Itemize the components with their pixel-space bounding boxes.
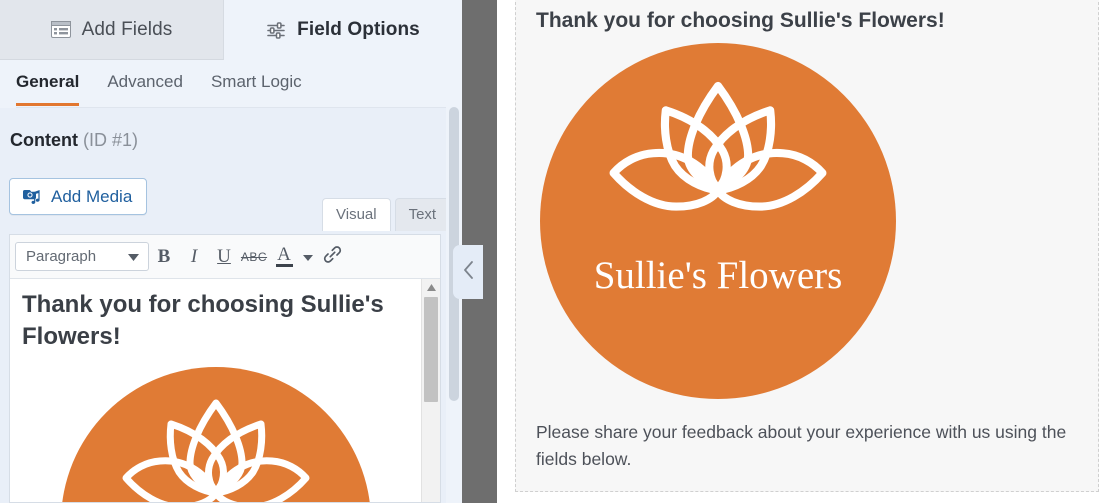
bold-glyph: B — [157, 245, 171, 267]
subtab-advanced-label: Advanced — [107, 72, 183, 91]
text-color-dropdown[interactable] — [299, 242, 317, 272]
strikethrough-glyph: ABC — [240, 249, 268, 264]
editor-scrollbar[interactable] — [421, 279, 440, 502]
text-color-glyph: A — [277, 244, 291, 265]
underline-button[interactable]: U — [209, 242, 239, 272]
strikethrough-button[interactable]: ABC — [239, 242, 269, 272]
chevron-down-icon — [303, 248, 313, 266]
tab-add-fields[interactable]: Add Fields — [0, 0, 224, 60]
underline-glyph: U — [217, 245, 231, 267]
chevron-down-icon — [128, 248, 139, 265]
preview-content-field[interactable]: Thank you for choosing Sullie's Flowers!… — [515, 0, 1099, 492]
sullies-flowers-logo: Sullie's Flowers — [540, 43, 896, 399]
tab-field-options[interactable]: Field Options — [224, 0, 462, 60]
insert-link-button[interactable] — [317, 242, 347, 272]
subtab-general[interactable]: General — [16, 60, 80, 106]
panel-divider — [453, 0, 497, 503]
italic-button[interactable]: I — [179, 242, 209, 272]
text-color-swatch — [275, 264, 293, 267]
preview-heading: Thank you for choosing Sullie's Flowers! — [536, 9, 945, 32]
editor-mode-tabs: Visual Text — [322, 198, 451, 231]
subtab-smart-logic-label: Smart Logic — [210, 72, 302, 91]
subtab-advanced[interactable]: Advanced — [107, 60, 183, 106]
chevron-left-icon — [463, 260, 474, 284]
content-section-heading: Content (ID #1) — [10, 130, 138, 151]
wp-media-icon — [22, 188, 42, 206]
panel-tab-bar: Add Fields Field Options — [0, 0, 462, 60]
field-options-panel: Add Fields Field Options General Advance… — [0, 0, 462, 503]
italic-glyph: I — [190, 245, 198, 267]
form-builder-screen: Add Fields Field Options General Advance… — [0, 0, 1116, 503]
sliders-icon — [266, 21, 286, 39]
tab-add-fields-label: Add Fields — [81, 18, 173, 40]
add-media-button[interactable]: Add Media — [9, 178, 148, 215]
preview-logo-wrap: Sullie's Flowers — [536, 43, 1078, 399]
logo-wordmark: Sullie's Flowers — [593, 254, 843, 297]
editor-toolbar: Paragraph B I U ABC A — [10, 235, 440, 279]
tab-text-label: Text — [408, 206, 437, 223]
list-panel-icon — [50, 21, 71, 38]
wysiwyg-editor: Paragraph B I U ABC A Thank you for choo… — [9, 234, 441, 503]
content-field-id: (ID #1) — [83, 130, 139, 150]
form-preview-panel: Thank you for choosing Sullie's Flowers!… — [497, 0, 1116, 503]
subtab-general-label: General — [16, 72, 80, 91]
editor-canvas[interactable]: Thank you for choosing Sullie's Flowers! — [10, 279, 421, 502]
bold-button[interactable]: B — [149, 242, 179, 272]
preview-body-text: Please share your feedback about your ex… — [536, 422, 1067, 469]
format-select-value: Paragraph — [26, 248, 97, 265]
subtab-smart-logic[interactable]: Smart Logic — [211, 60, 302, 106]
tab-field-options-label: Field Options — [297, 19, 420, 40]
link-icon — [322, 244, 343, 270]
lotus-flower-icon — [122, 399, 309, 502]
collapse-panel-button[interactable] — [453, 245, 483, 299]
field-options-subtab-bar: General Advanced Smart Logic — [0, 60, 462, 108]
editor-body[interactable]: Thank you for choosing Sullie's Flowers! — [10, 279, 440, 502]
tab-visual-label: Visual — [336, 206, 377, 223]
scroll-up-arrow-icon[interactable] — [422, 279, 440, 295]
text-color-button[interactable]: A — [269, 242, 299, 272]
tab-text[interactable]: Text — [394, 198, 451, 231]
lotus-flower-icon — [609, 81, 827, 211]
add-media-label: Add Media — [51, 186, 133, 206]
tab-visual[interactable]: Visual — [322, 198, 391, 231]
editor-heading: Thank you for choosing Sullie's Flowers! — [22, 291, 384, 350]
sullies-flowers-logo: Sullie's Flowers — [60, 367, 371, 502]
editor-scrollbar-thumb[interactable] — [424, 297, 438, 402]
content-section-title: Content — [10, 130, 78, 150]
format-select[interactable]: Paragraph — [15, 242, 149, 271]
editor-logo-wrap: Sullie's Flowers — [22, 365, 409, 502]
